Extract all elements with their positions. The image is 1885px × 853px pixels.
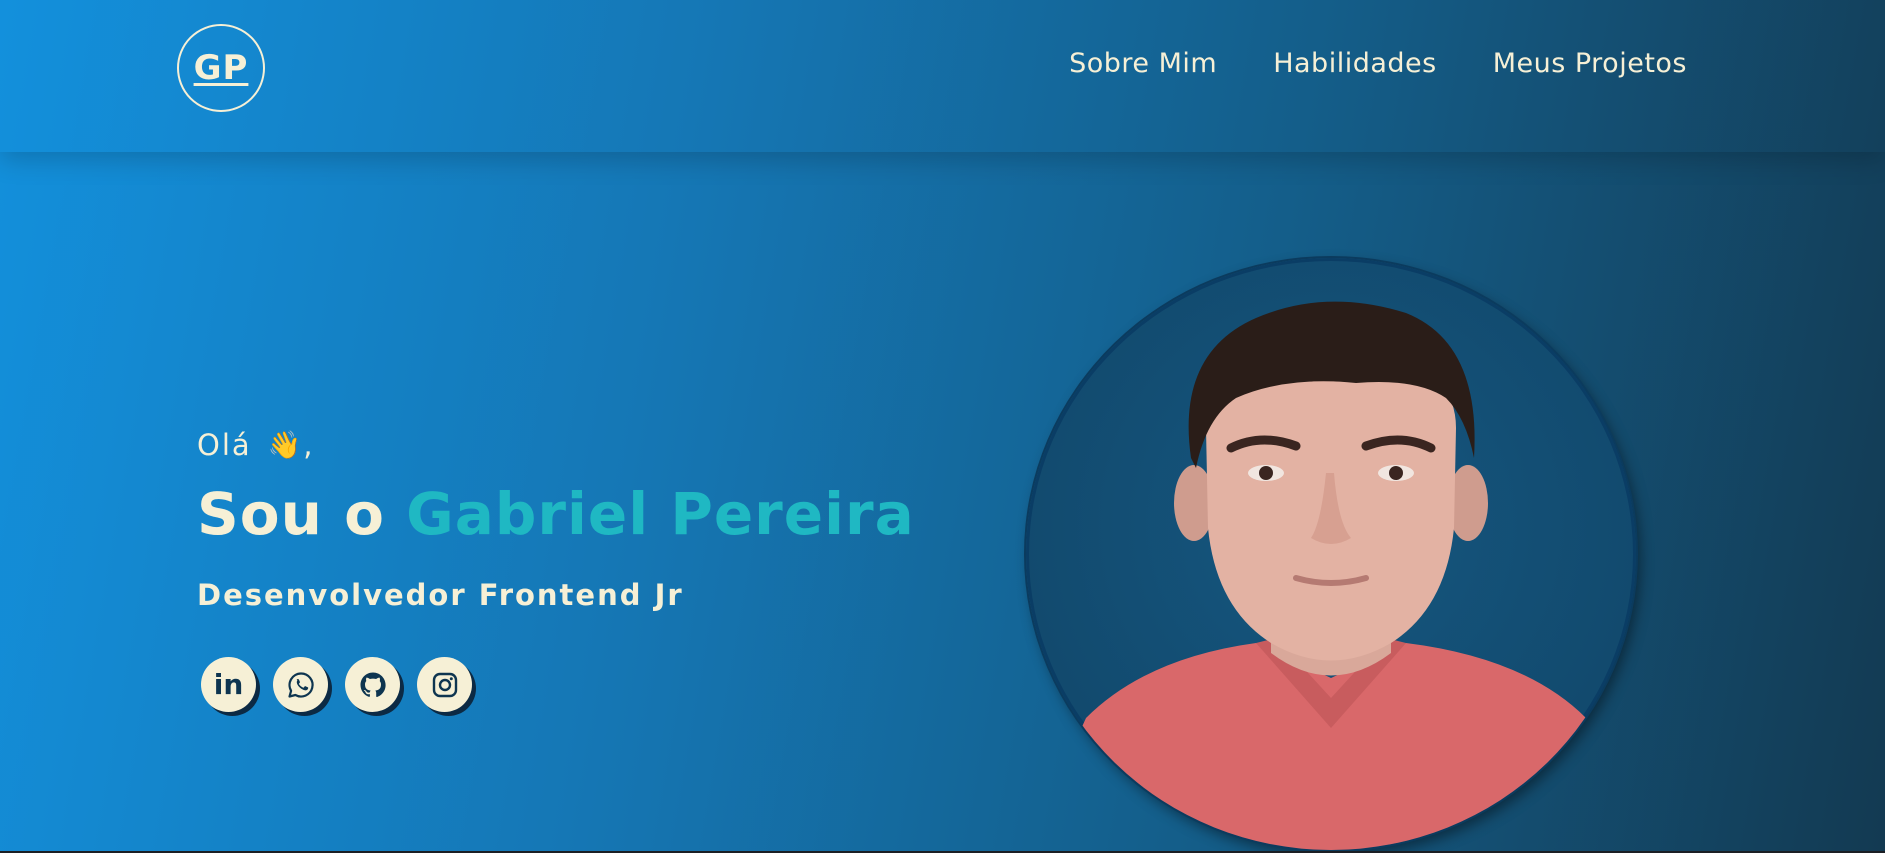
linkedin-link[interactable]: in xyxy=(201,657,256,712)
hero-title: Sou o Gabriel Pereira xyxy=(197,480,915,548)
instagram-link[interactable] xyxy=(417,657,472,712)
portrait-illustration xyxy=(1026,301,1636,850)
site-header: GP Sobre Mim Habilidades Meus Projetos xyxy=(0,0,1885,152)
profile-photo xyxy=(1026,258,1636,850)
github-icon xyxy=(360,672,386,697)
greeting: Olá 👋 , xyxy=(197,428,315,462)
logo[interactable]: GP xyxy=(177,24,265,112)
linkedin-icon: in xyxy=(213,668,244,701)
main-nav: Sobre Mim Habilidades Meus Projetos xyxy=(1069,48,1687,79)
nav-link-habilidades[interactable]: Habilidades xyxy=(1273,48,1437,79)
github-link[interactable] xyxy=(345,657,400,712)
hero-page: GP Sobre Mim Habilidades Meus Projetos O… xyxy=(0,0,1885,851)
whatsapp-link[interactable] xyxy=(273,657,328,712)
social-links: in xyxy=(201,657,472,712)
job-role: Desenvolvedor Frontend Jr xyxy=(197,578,684,612)
nav-link-sobre-mim[interactable]: Sobre Mim xyxy=(1069,48,1217,79)
instagram-icon xyxy=(432,672,457,697)
greeting-suffix: , xyxy=(303,428,315,462)
waving-hand-icon: 👋 xyxy=(267,430,304,461)
whatsapp-icon xyxy=(287,671,314,698)
nav-link-meus-projetos[interactable]: Meus Projetos xyxy=(1493,48,1687,79)
greeting-text: Olá xyxy=(197,428,252,462)
title-intro: Sou o xyxy=(197,480,407,548)
title-name: Gabriel Pereira xyxy=(406,480,915,548)
